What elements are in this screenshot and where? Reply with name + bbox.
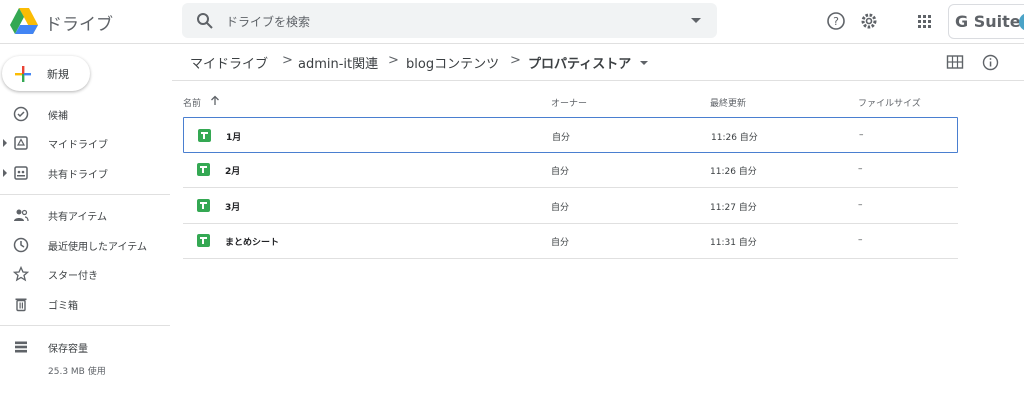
new-button-label: 新規 — [47, 68, 69, 81]
expand-arrow-icon[interactable] — [3, 139, 7, 147]
gsuite-logo: G Suite — [955, 12, 1021, 31]
sort-arrow-up-icon[interactable] — [210, 95, 220, 106]
sidebar-item-label: 共有アイテム — [48, 212, 107, 223]
breadcrumb-separator: > — [388, 53, 399, 68]
file-owner: 自分 — [551, 203, 570, 213]
shared-drive-icon — [14, 166, 28, 180]
google-sheets-icon — [197, 199, 210, 212]
search-options-icon[interactable] — [691, 18, 701, 23]
sidebar-divider — [0, 194, 170, 195]
search-icon[interactable] — [196, 12, 214, 30]
column-header-size[interactable]: ファイルサイズ — [858, 96, 921, 109]
search-input[interactable]: ドライブを検索 — [226, 13, 310, 30]
table-row[interactable]: まとめシート 自分 11:31 自分 – — [183, 223, 958, 259]
plus-icon — [15, 66, 31, 82]
star-icon — [13, 266, 29, 282]
file-owner: 自分 — [551, 238, 570, 248]
settings-gear-icon[interactable] — [859, 11, 879, 31]
breadcrumb-separator: > — [282, 53, 293, 68]
sidebar-item-recent[interactable]: 最近使用したアイテム — [0, 231, 170, 259]
expand-arrow-icon[interactable] — [3, 169, 7, 177]
sidebar-item-shared-drives[interactable]: 共有ドライブ — [0, 159, 170, 187]
column-header-modified[interactable]: 最終更新 — [710, 96, 746, 109]
drive-logo-icon[interactable] — [10, 8, 38, 34]
svg-text:?: ? — [833, 15, 839, 28]
file-name: 3月 — [225, 203, 241, 213]
app-title[interactable]: ドライブ — [45, 10, 113, 35]
google-sheets-icon — [197, 234, 210, 247]
sidebar-item-label: 最近使用したアイテム — [48, 242, 147, 253]
sidebar-item-label: 候補 — [48, 111, 68, 122]
file-owner: 自分 — [551, 167, 570, 177]
file-modified: 11:26 自分 — [710, 167, 757, 177]
help-icon[interactable]: ? — [826, 11, 846, 31]
storage-used-text: 25.3 MB 使用 — [48, 367, 106, 377]
top-bar: ドライブ ドライブを検索 ? G Suite — [0, 0, 1024, 44]
sidebar-item-label: ゴミ箱 — [48, 301, 78, 312]
sidebar-item-shared-with-me[interactable]: 共有アイテム — [0, 201, 170, 229]
file-modified: 11:31 自分 — [710, 238, 757, 248]
gsuite-account-button[interactable]: G Suite — [948, 4, 1024, 39]
sidebar-item-label: 保存容量 — [48, 344, 88, 355]
breadcrumb-current-folder[interactable]: プロパティストア — [528, 53, 631, 72]
table-row[interactable]: 2月 自分 11:26 自分 – — [183, 152, 958, 188]
breadcrumb-item[interactable]: admin-it関連 — [298, 53, 378, 72]
sidebar-item-label: スター付き — [48, 271, 98, 282]
sidebar-item-my-drive[interactable]: マイドライブ — [0, 129, 170, 157]
file-size: – — [858, 164, 863, 174]
google-sheets-icon — [197, 163, 210, 176]
people-icon — [14, 209, 29, 222]
main-divider — [172, 80, 1024, 81]
sidebar-item-label: 共有ドライブ — [48, 170, 108, 181]
file-name: 1月 — [226, 133, 242, 143]
clock-icon — [13, 237, 29, 253]
file-name: まとめシート — [225, 238, 280, 248]
info-icon[interactable] — [982, 54, 999, 71]
storage-icon — [15, 341, 27, 353]
file-size: – — [858, 200, 863, 210]
file-size: – — [858, 235, 863, 245]
apps-grid-icon[interactable] — [914, 11, 934, 31]
sidebar-item-storage[interactable]: 保存容量 — [0, 333, 170, 361]
new-button[interactable]: 新規 — [2, 56, 90, 91]
my-drive-icon — [14, 136, 28, 150]
sidebar-item-trash[interactable]: ゴミ箱 — [0, 290, 170, 318]
file-size: – — [859, 130, 864, 140]
file-name: 2月 — [225, 167, 241, 177]
file-modified: 11:26 自分 — [711, 133, 758, 143]
grid-view-icon[interactable] — [946, 54, 964, 70]
trash-icon — [15, 298, 27, 312]
sidebar-divider — [0, 325, 170, 326]
breadcrumb-item[interactable]: blogコンテンツ — [406, 53, 499, 72]
sidebar-item-label: マイドライブ — [48, 140, 108, 151]
file-modified: 11:27 自分 — [710, 203, 757, 213]
table-row[interactable]: 1月 自分 11:26 自分 – — [183, 117, 958, 153]
column-header-name[interactable]: 名前 — [183, 96, 201, 109]
google-sheets-icon — [198, 129, 211, 142]
search-box[interactable]: ドライブを検索 — [182, 3, 717, 38]
folder-menu-caret-icon[interactable] — [640, 61, 648, 65]
check-box-icon — [13, 106, 29, 122]
column-header-owner[interactable]: オーナー — [551, 96, 587, 109]
breadcrumb-separator: > — [510, 53, 521, 68]
sidebar-item-suggestions[interactable]: 候補 — [0, 100, 170, 128]
sidebar-item-starred[interactable]: スター付き — [0, 260, 170, 288]
file-owner: 自分 — [552, 133, 571, 143]
breadcrumb-item[interactable]: マイドライブ — [190, 53, 268, 72]
table-row[interactable]: 3月 自分 11:27 自分 – — [183, 188, 958, 224]
